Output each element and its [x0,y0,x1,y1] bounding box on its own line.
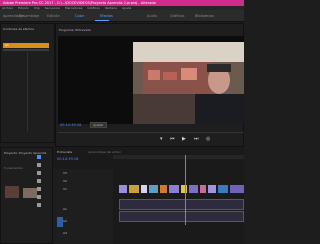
play-icon[interactable]: ▶ [182,136,186,142]
panel-divider [27,52,28,132]
clip-thumbnail[interactable] [23,188,37,198]
source-patch-a1[interactable] [57,217,63,227]
time-ruler[interactable] [113,155,244,159]
track-a3[interactable]: A3 [63,231,67,235]
video-clip[interactable] [200,185,206,193]
track-a1[interactable]: A1 [63,207,67,211]
workspace-color-label[interactable]: Color [75,14,84,18]
track-a2[interactable]: A2 [63,219,67,223]
workspace-graficos[interactable]: Gráficos [170,14,184,18]
pen-tool-icon[interactable] [37,195,41,199]
workspace-bibliotecas[interactable]: Bibliotecas [195,14,214,18]
track-select-tool-icon[interactable] [37,163,41,167]
audio-clip-a1[interactable] [119,199,244,210]
workspace-bar: Aprendizaje Ensamblaje Edición Color Efe… [0,10,244,22]
timeline-tab-2[interactable]: Aprendizaje del editor [88,150,121,154]
project-panel: Proyecto: Proyecto Aprendiz 5 elementos [0,147,53,244]
timeline-panel: Entrevista Aprendizaje del editor 00:10:… [53,147,244,244]
marker-icon[interactable]: ▾ [160,136,163,142]
hand-tool-icon[interactable] [37,203,41,207]
fit-dropdown[interactable]: Ajustar [90,122,107,128]
video-frame[interactable] [133,42,244,124]
video-clip[interactable] [119,185,127,193]
step-back-icon[interactable]: ⏮ [170,136,175,142]
timeline-timecode[interactable]: 00:10:39:16 [57,157,78,161]
project-item-count: 5 elementos [4,166,23,170]
clip-thumbnail[interactable] [5,186,19,198]
track-v1[interactable]: V1 [63,187,67,191]
selection-tool-icon[interactable] [37,155,41,159]
video-clip[interactable] [169,185,179,193]
video-clip[interactable] [218,185,228,193]
video-clip[interactable] [189,185,198,193]
workspace-edicion[interactable]: Edición [47,14,60,18]
video-clip[interactable] [230,185,244,193]
timeline-tab[interactable]: Entrevista [57,150,72,154]
video-clip[interactable] [208,185,216,193]
video-track-clips [119,185,244,197]
program-timecode[interactable]: 00:10:39:16 [60,123,81,127]
razor-tool-icon[interactable] [37,179,41,183]
workspace-efectos[interactable]: Efectos [100,14,113,18]
window-title: Adobe Premiere Pro CC 2017 - C:\...\DOCE… [3,1,156,5]
timeline-playhead[interactable] [185,155,186,225]
video-still [133,42,244,124]
selected-track-label: A1 [5,43,9,47]
tools-panel [36,155,42,215]
video-clip[interactable] [149,185,158,193]
video-clip[interactable] [141,185,147,193]
playhead-bar[interactable] [58,132,244,133]
program-monitor-tab[interactable]: Programa: Entrevista [59,28,91,32]
track-v2[interactable]: V2 [63,179,67,183]
transport-controls: ▾ ⏮ ▶ ⏭ ◎ [160,136,244,144]
workspace-audio[interactable]: Audio [147,14,157,18]
video-clip[interactable] [181,185,187,193]
active-workspace-indicator [95,20,109,21]
track-v3[interactable]: V3 [63,171,67,175]
effect-controls-tab[interactable]: Controles de efectos [3,27,34,31]
audio-clip-a2[interactable] [119,211,244,222]
track-row[interactable] [3,49,49,51]
track-headers: V3 V2 V1 A1 A2 A3 [53,169,113,244]
workspace-ensamblaje[interactable]: Ensamblaje [19,14,39,18]
ripple-tool-icon[interactable] [37,171,41,175]
step-forward-icon[interactable]: ⏭ [194,136,199,142]
slip-tool-icon[interactable] [37,187,41,191]
selected-track-header[interactable]: A1 [3,43,49,48]
export-frame-icon[interactable]: ◎ [206,136,210,142]
video-clip[interactable] [160,185,167,193]
video-clip[interactable] [129,185,139,193]
